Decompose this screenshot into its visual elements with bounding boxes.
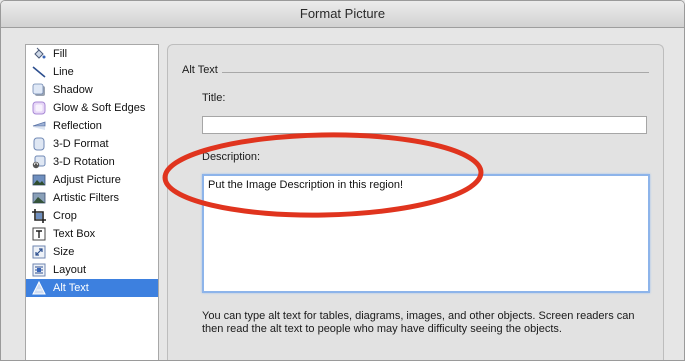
text-box-icon — [32, 227, 46, 241]
sidebar-item-label: Crop — [53, 210, 77, 222]
help-text: You can type alt text for tables, diagra… — [202, 310, 635, 335]
glow-icon — [32, 101, 46, 115]
title-input[interactable] — [202, 116, 647, 134]
layout-icon — [32, 263, 46, 277]
sidebar-item-line[interactable]: Line — [26, 63, 158, 81]
sidebar-item-alt-text[interactable]: Alt Text — [26, 279, 158, 297]
title-label: Title: — [202, 92, 226, 104]
sidebar-item-fill[interactable]: Fill — [26, 45, 158, 63]
sidebar-item-label: Size — [53, 246, 75, 258]
alt-text-panel: Alt Text Title: Description: Put the Ima… — [167, 44, 664, 360]
reflection-icon — [32, 121, 46, 130]
sidebar-item-label: Shadow — [53, 84, 93, 96]
sidebar-item-label: Line — [53, 66, 74, 78]
alt-text-icon — [32, 281, 46, 295]
section-divider — [182, 72, 649, 73]
sidebar-item-shadow[interactable]: Shadow — [26, 81, 158, 99]
sidebar-item-label: Alt Text — [53, 282, 89, 294]
description-textarea[interactable]: Put the Image Description in this region… — [202, 174, 650, 293]
adjust-picture-icon — [32, 174, 46, 186]
artistic-filters-icon — [32, 192, 46, 204]
sidebar-item-label: Adjust Picture — [53, 174, 121, 186]
fill-bucket-icon — [34, 47, 46, 59]
sidebar-item-size[interactable]: Size — [26, 243, 158, 261]
sidebar-item-crop[interactable]: Crop — [26, 207, 158, 225]
sidebar-item-label: 3-D Format — [53, 138, 109, 150]
section-heading: Alt Text — [182, 64, 222, 76]
3d-rotation-icon — [32, 155, 46, 169]
sidebar-item-layout[interactable]: Layout — [26, 261, 158, 279]
window-title: Format Picture — [1, 1, 684, 28]
sidebar-item-label: Fill — [53, 48, 68, 60]
sidebar-item-3d-format[interactable]: 3-D Format — [26, 135, 158, 153]
description-label: Description: — [202, 151, 261, 163]
sidebar-item-label: 3-D Rotation — [53, 156, 115, 168]
shadow-icon — [32, 83, 45, 96]
sidebar-item-adjust-picture[interactable]: Adjust Picture — [26, 171, 158, 189]
line-icon — [32, 66, 46, 78]
crop-icon — [32, 209, 46, 223]
sidebar-item-label: Glow & Soft Edges — [53, 102, 146, 114]
sidebar-item-label: Artistic Filters — [53, 192, 119, 204]
sidebar-item-label: Layout — [53, 264, 87, 276]
sidebar-item-text-box[interactable]: Text Box — [26, 225, 158, 243]
format-picture-dialog: Format Picture Fill Line Shadow Glow & S… — [0, 0, 685, 361]
size-icon — [32, 245, 46, 259]
sidebar-item-label: Text Box — [53, 228, 96, 240]
sidebar-item-glow[interactable]: Glow & Soft Edges — [26, 99, 158, 117]
sidebar-item-artistic-filters[interactable]: Artistic Filters — [26, 189, 158, 207]
category-sidebar: Fill Line Shadow Glow & Soft Edges Refle… — [25, 44, 159, 360]
3d-format-icon — [33, 137, 45, 151]
sidebar-item-reflection[interactable]: Reflection — [26, 117, 158, 135]
sidebar-item-3d-rotation[interactable]: 3-D Rotation — [26, 153, 158, 171]
sidebar-item-label: Reflection — [53, 120, 102, 132]
